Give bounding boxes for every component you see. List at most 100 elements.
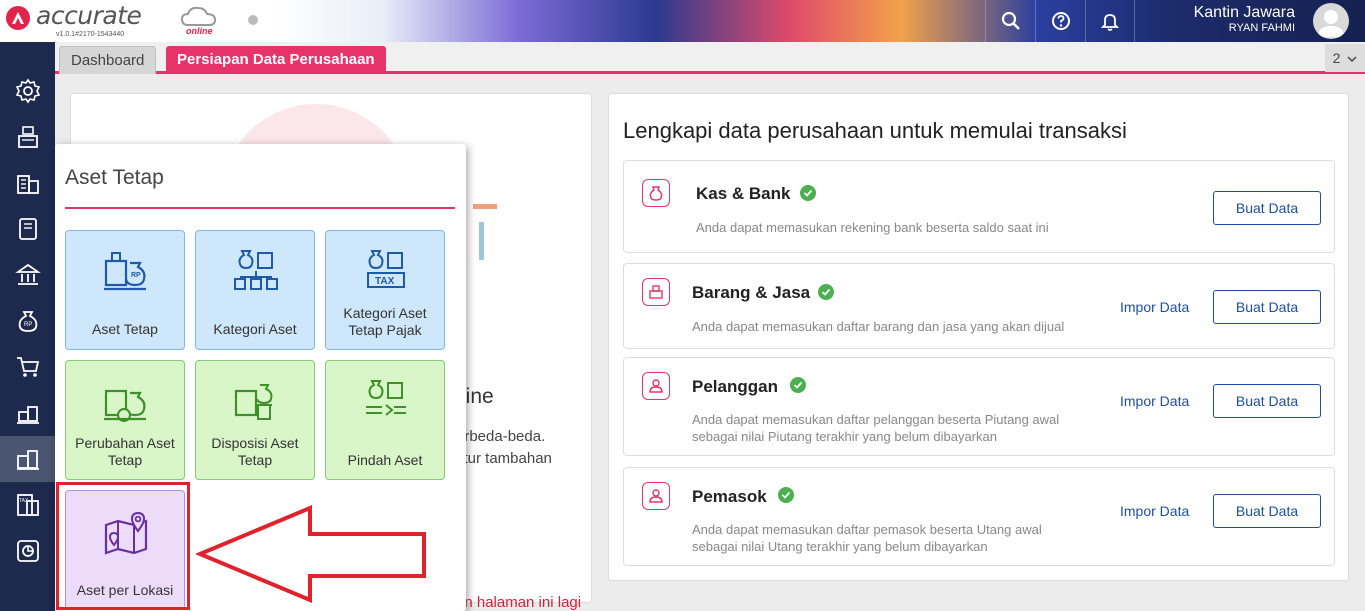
tile-label: Kategori Aset — [343, 305, 427, 321]
cash-bank-icon — [642, 179, 670, 207]
task-title: Barang & Jasa — [692, 283, 811, 302]
menu-title: Aset Tetap — [65, 166, 164, 189]
status-dot — [248, 15, 258, 25]
user-name: RYAN FAHMI — [1228, 22, 1295, 34]
help-button[interactable] — [1035, 0, 1085, 42]
tile-label: Tetap — [237, 452, 273, 468]
tile-label: Pindah Aset — [347, 452, 423, 468]
menu-tile-aset-tetap[interactable]: RP Aset Tetap — [65, 230, 185, 350]
tab-dashboard[interactable]: Dashboard — [59, 46, 157, 74]
task-title: Pemasok — [692, 487, 767, 506]
bank-icon — [14, 263, 41, 285]
asset-change-icon — [104, 389, 146, 422]
sidebar-item-inventory[interactable] — [0, 390, 55, 436]
fixed-asset-icon: RP — [104, 252, 146, 291]
check-icon — [790, 377, 806, 393]
ledger-book-icon — [18, 218, 37, 240]
sidebar-item-bank[interactable] — [0, 252, 55, 298]
svg-text:TAX: TAX — [19, 498, 29, 504]
report-chart-icon — [16, 540, 39, 562]
tile-label: Aset Tetap — [92, 321, 158, 337]
supplier-icon — [642, 482, 670, 510]
menu-tile-perubahan-aset[interactable]: Perubahan Aset Tetap — [65, 360, 185, 480]
help-icon — [1051, 12, 1070, 30]
sidebar-item-company[interactable] — [0, 160, 55, 206]
search-button[interactable] — [985, 0, 1035, 42]
buat-data-button[interactable]: Buat Data — [1213, 384, 1321, 418]
chevron-down-icon — [1347, 56, 1357, 63]
check-icon — [800, 185, 816, 201]
asset-disposal-icon — [234, 384, 273, 420]
fixed-asset-icon — [16, 450, 39, 470]
brand-name: accurate — [36, 1, 142, 30]
tab-count-dropdown[interactable]: 2 — [1325, 44, 1365, 72]
checklist-title: Lengkapi data perusahaan untuk memulai t… — [623, 118, 1127, 143]
version-text: v1.0.1#2170-1543440 — [56, 31, 125, 38]
menu-tile-disposisi-aset[interactable]: Disposisi Aset Tetap — [195, 360, 315, 480]
menu-tile-kategori-aset[interactable]: Kategori Aset — [195, 230, 315, 350]
setup-checklist-card: Lengkapi data perusahaan untuk memulai t… — [608, 93, 1349, 581]
sidebar-item-tax[interactable]: TAX — [0, 482, 55, 528]
shopping-cart-icon — [16, 357, 39, 377]
buat-data-button[interactable]: Buat Data — [1213, 290, 1321, 324]
sidebar-item-money[interactable]: RP — [0, 298, 55, 344]
hide-page-link[interactable]: an halaman ini lagi — [456, 594, 581, 611]
user-info[interactable]: Kantin Jawara RYAN FAHMI — [1194, 4, 1295, 34]
cashier-icon — [17, 126, 38, 148]
impor-data-link[interactable]: Impor Data — [1120, 299, 1189, 315]
task-kas-bank: Kas & Bank Anda dapat memasukan rekening… — [623, 160, 1335, 253]
tab-persiapan-data[interactable]: Persiapan Data Perusahaan — [166, 46, 386, 74]
asset-transfer-icon — [366, 380, 406, 416]
tile-label: Perubahan Aset — [75, 435, 175, 451]
svg-text:RP: RP — [24, 322, 32, 328]
menu-tile-kategori-aset-pajak[interactable]: TAX Kategori Aset Tetap Pajak — [325, 230, 445, 350]
task-description: Anda dapat memasukan daftar pemasok bese… — [692, 521, 1042, 555]
impor-data-link[interactable]: Impor Data — [1120, 503, 1189, 519]
avatar[interactable] — [1313, 3, 1349, 39]
notification-button[interactable] — [1085, 0, 1135, 42]
check-icon — [778, 487, 794, 503]
bell-icon — [1100, 14, 1120, 31]
check-icon — [818, 284, 834, 300]
tile-label: Kategori Aset — [213, 321, 297, 337]
svg-text:RP: RP — [131, 272, 141, 279]
task-pemasok: Pemasok Anda dapat memasukan daftar pema… — [623, 467, 1335, 566]
settings-icon — [15, 78, 40, 104]
buat-data-button[interactable]: Buat Data — [1213, 191, 1321, 225]
task-description-line: sebagai nilai Utang terakhir yang belum … — [692, 539, 988, 554]
goods-services-icon — [642, 278, 670, 306]
task-pelanggan: Pelanggan Anda dapat memasukan daftar pe… — [623, 357, 1335, 456]
top-bar: accurate online v1.0.1#2170-1543440 Kant… — [0, 0, 1365, 42]
company-building-icon — [16, 175, 39, 194]
task-description-line: Anda dapat memasukan daftar pemasok bese… — [692, 522, 1042, 537]
svg-text:TAX: TAX — [375, 276, 395, 287]
task-description-line: sebagai nilai Piutang terakhir yang belu… — [692, 429, 997, 444]
menu-tile-pindah-aset[interactable]: Pindah Aset — [325, 360, 445, 480]
impor-data-link[interactable]: Impor Data — [1120, 393, 1189, 409]
sidebar-item-cart[interactable] — [0, 344, 55, 390]
company-name: Kantin Jawara — [1193, 4, 1295, 21]
tile-label: Tetap Pajak — [348, 322, 422, 338]
asset-category-icon — [234, 250, 278, 290]
buat-data-button[interactable]: Buat Data — [1213, 494, 1321, 528]
task-title: Pelanggan — [692, 377, 778, 396]
tab-count: 2 — [1332, 50, 1341, 66]
menu-divider — [65, 207, 455, 209]
sidebar-item-fixed-asset[interactable] — [0, 436, 55, 482]
highlight-box — [56, 482, 190, 610]
app-logo[interactable]: accurate online v1.0.1#2170-1543440 — [4, 1, 254, 40]
sidebar-item-report[interactable] — [0, 528, 55, 574]
welcome-text: fitur tambahan — [456, 450, 552, 467]
tax-asset-category-icon: TAX — [367, 250, 405, 288]
sidebar-item-cashier[interactable] — [0, 114, 55, 160]
user-avatar-icon — [1318, 10, 1344, 37]
tab-bar: Dashboard Persiapan Data Perusahaan 2 — [55, 42, 1365, 74]
sidebar-item-settings[interactable] — [0, 68, 55, 114]
illustration-decoration — [473, 204, 497, 209]
brand-sub: online — [186, 26, 213, 36]
sidebar: RP TAX — [0, 42, 55, 611]
task-description: Anda dapat memasukan daftar barang dan j… — [692, 319, 1065, 334]
sidebar-item-ledger[interactable] — [0, 206, 55, 252]
illustration-decoration — [479, 222, 484, 260]
task-title: Kas & Bank — [696, 184, 791, 203]
